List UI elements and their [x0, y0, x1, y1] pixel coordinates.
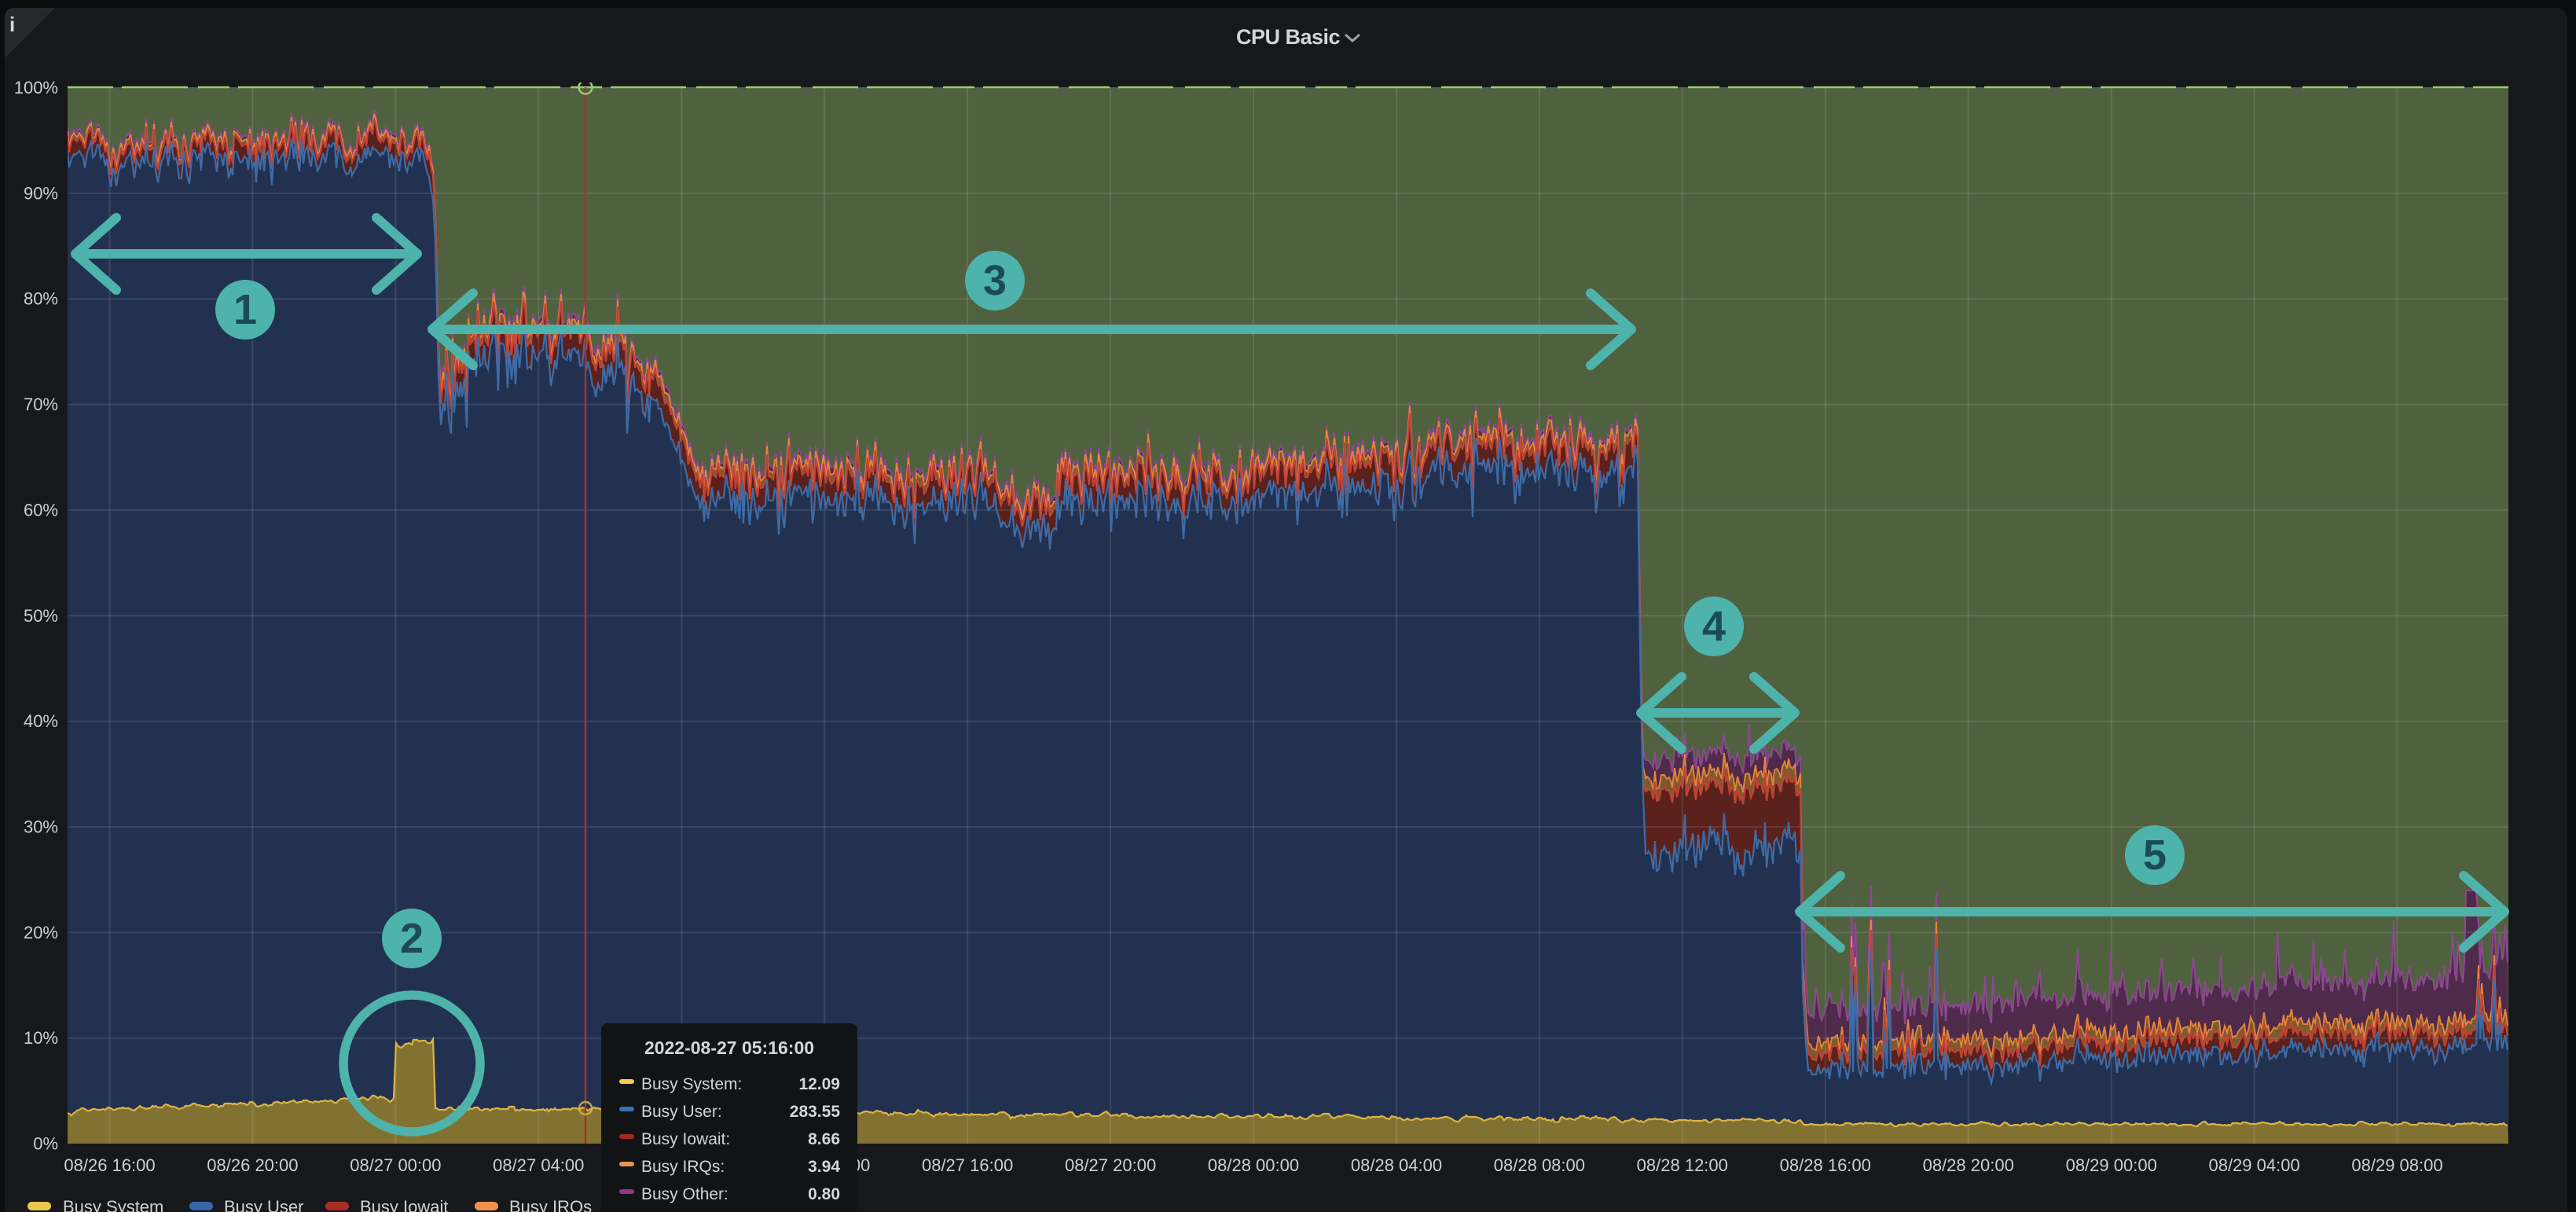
svg-text:08/28 12:00: 08/28 12:00 — [1637, 1155, 1728, 1175]
svg-text:Busy System: Busy System — [63, 1197, 163, 1212]
svg-text:08/28 20:00: 08/28 20:00 — [1923, 1155, 2014, 1175]
svg-text:3: 3 — [983, 257, 1007, 304]
svg-text:3.94: 3.94 — [808, 1158, 840, 1176]
svg-text:Busy Other:: Busy Other: — [641, 1185, 728, 1203]
svg-text:10%: 10% — [24, 1028, 58, 1048]
svg-text:90%: 90% — [24, 183, 58, 203]
svg-text:Busy User:: Busy User: — [641, 1103, 722, 1121]
svg-text:12.09: 12.09 — [798, 1075, 840, 1093]
svg-text:70%: 70% — [24, 395, 58, 414]
svg-text:Busy User: Busy User — [224, 1197, 303, 1212]
svg-text:08/29 00:00: 08/29 00:00 — [2066, 1155, 2157, 1175]
svg-text:50%: 50% — [24, 606, 58, 626]
svg-text:8.66: 8.66 — [808, 1130, 840, 1148]
svg-text:08/28 08:00: 08/28 08:00 — [1494, 1155, 1585, 1175]
svg-text:20%: 20% — [24, 923, 58, 942]
svg-text:0.80: 0.80 — [808, 1185, 840, 1203]
svg-text:Busy IRQs:: Busy IRQs: — [641, 1158, 725, 1176]
svg-text:4: 4 — [1702, 603, 1726, 650]
svg-text:08/26 20:00: 08/26 20:00 — [207, 1155, 298, 1175]
svg-text:Busy System:: Busy System: — [641, 1075, 742, 1093]
svg-text:08/28 16:00: 08/28 16:00 — [1780, 1155, 1871, 1175]
svg-text:CPU Basic: CPU Basic — [1236, 25, 1341, 49]
svg-text:283.55: 283.55 — [790, 1103, 841, 1121]
svg-text:i: i — [9, 13, 15, 36]
svg-text:40%: 40% — [24, 711, 58, 731]
svg-text:80%: 80% — [24, 289, 58, 309]
svg-text:5: 5 — [2143, 832, 2167, 879]
svg-text:08/29 04:00: 08/29 04:00 — [2208, 1155, 2299, 1175]
svg-text:30%: 30% — [24, 817, 58, 837]
svg-text:08/28 04:00: 08/28 04:00 — [1351, 1155, 1442, 1175]
svg-text:2: 2 — [400, 915, 424, 962]
svg-text:08/28 00:00: 08/28 00:00 — [1208, 1155, 1299, 1175]
svg-text:08/27 20:00: 08/27 20:00 — [1065, 1155, 1156, 1175]
svg-text:08/27 04:00: 08/27 04:00 — [493, 1155, 584, 1175]
svg-text:60%: 60% — [24, 500, 58, 520]
svg-text:Busy Iowait:: Busy Iowait: — [641, 1130, 730, 1148]
svg-text:0%: 0% — [33, 1134, 58, 1154]
svg-text:08/27 16:00: 08/27 16:00 — [922, 1155, 1013, 1175]
svg-text:08/26 16:00: 08/26 16:00 — [64, 1155, 155, 1175]
svg-text:08/27 00:00: 08/27 00:00 — [350, 1155, 441, 1175]
svg-text:100%: 100% — [14, 78, 58, 97]
svg-text:08/29 08:00: 08/29 08:00 — [2351, 1155, 2442, 1175]
svg-text:2022-08-27 05:16:00: 2022-08-27 05:16:00 — [644, 1038, 814, 1058]
svg-text:1: 1 — [233, 286, 257, 333]
svg-text:Busy IRQs: Busy IRQs — [509, 1197, 592, 1212]
svg-text:Busy Iowait: Busy Iowait — [360, 1197, 449, 1212]
